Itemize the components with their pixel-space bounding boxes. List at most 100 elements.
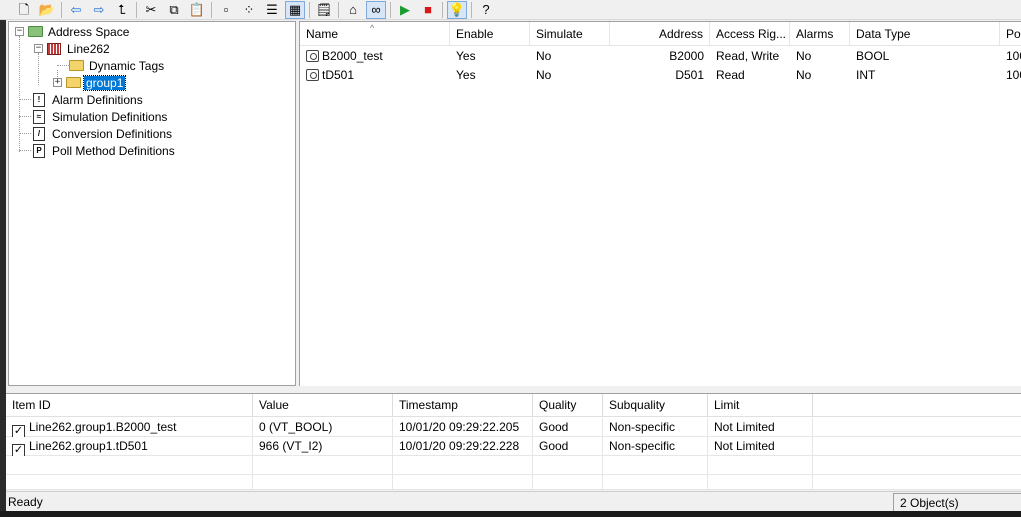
tree-item-dynamic-tags[interactable]: Dynamic Tags — [68, 57, 166, 74]
tree-item-group1[interactable]: + group1 — [53, 74, 127, 91]
toolbar-separator — [471, 1, 472, 18]
column-header-quality[interactable]: Quality — [533, 394, 603, 417]
poll-method-definitions-icon: P — [31, 143, 47, 158]
cell-name: tD501 — [300, 66, 450, 85]
column-header-item-id[interactable]: Item ID — [6, 394, 253, 417]
grid-row[interactable]: ✓ Line262.group1.tD501 966 (VT_I2) 10/01/… — [6, 437, 1021, 456]
empty-cell — [603, 456, 708, 475]
tree-item-alarm-definitions[interactable]: ! Alarm Definitions — [31, 91, 145, 108]
new-icon[interactable]: 🗋 — [14, 1, 34, 19]
empty-cell — [708, 456, 813, 475]
stop-icon[interactable]: ■ — [418, 1, 438, 19]
up-folder-icon[interactable]: ⮤ — [112, 1, 132, 19]
horizontal-splitter[interactable] — [6, 386, 1021, 394]
toolbar-separator — [442, 1, 443, 18]
cell-value: 0 (VT_BOOL) — [253, 418, 393, 437]
expand-icon[interactable]: + — [53, 78, 62, 87]
column-header-access-rights[interactable]: Access Rig... — [710, 22, 790, 46]
column-header-limit[interactable]: Limit — [708, 394, 813, 417]
small-icons-icon[interactable]: ⁘ — [239, 1, 259, 19]
empty-cell — [603, 475, 708, 490]
open-icon[interactable]: 📂 — [37, 1, 57, 19]
monitor-icon[interactable]: ⌂ — [343, 1, 363, 19]
cell-simulate: No — [536, 68, 552, 82]
tree-item-line262[interactable]: − Line262 — [34, 40, 112, 57]
cell-access-rights: Read — [716, 68, 745, 82]
tree-guide-line — [38, 53, 39, 85]
toolbar: 🗋 📂 ⇦ ⇨ ⮤ ✂ ⧉ 📋 ▫ ⁘ ☰ ▦ 🗒 ⌂ ∞ ▶ ■ 💡 ? — [0, 0, 1021, 20]
dynamic-tags-folder-icon — [68, 59, 84, 73]
details-icon[interactable]: ▦ — [285, 0, 305, 19]
tag-list-view: ^ Name Enable Simulate Address Access Ri… — [299, 21, 1021, 386]
column-header-alarms[interactable]: Alarms — [790, 22, 850, 46]
copy-icon[interactable]: ⧉ — [164, 1, 184, 19]
status-bar: Ready 2 Object(s) — [6, 491, 1021, 511]
cell-alarms: No — [796, 49, 812, 63]
help-icon[interactable]: ? — [476, 1, 496, 19]
list-row[interactable]: B2000_test Yes No B2000 Read, Write No B… — [300, 47, 1021, 66]
tree-guide-line — [19, 133, 31, 134]
collapse-icon[interactable]: − — [15, 27, 24, 36]
tag-name: tD501 — [322, 68, 355, 82]
column-header-poll[interactable]: Pol — [1000, 22, 1021, 46]
list-header: ^ Name Enable Simulate Address Access Ri… — [300, 22, 1021, 46]
tree-label: Conversion Definitions — [52, 126, 173, 141]
column-header-subquality[interactable]: Subquality — [603, 394, 708, 417]
back-icon[interactable]: ⇦ — [66, 1, 86, 19]
object-count: 2 Object(s) — [893, 493, 1021, 511]
list-row[interactable]: tD501 Yes No D501 Read No INT 100 — [300, 66, 1021, 85]
cell-simulate: No — [536, 49, 552, 63]
tag-icon — [306, 69, 319, 81]
tree-guide-line — [19, 36, 20, 152]
paste-icon[interactable]: 📋 — [187, 1, 207, 19]
column-header-value[interactable]: Value — [253, 394, 393, 417]
cell-enable: Yes — [456, 68, 476, 82]
cell-poll: 100 — [1006, 49, 1021, 63]
column-header-address[interactable]: Address — [610, 22, 710, 46]
cell-data-type: BOOL — [856, 49, 890, 63]
tree-item-poll-method-definitions[interactable]: P Poll Method Definitions — [31, 142, 177, 159]
column-header-enable[interactable]: Enable — [450, 22, 530, 46]
cell-access-rights: Read, Write — [716, 49, 780, 63]
empty-cell — [533, 456, 603, 475]
sort-ascending-icon: ^ — [370, 23, 375, 33]
tree-item-address-space[interactable]: − Address Space — [15, 23, 131, 40]
properties-icon[interactable]: 🗒 — [314, 1, 334, 19]
column-header-data-type[interactable]: Data Type — [850, 22, 1000, 46]
column-header-name[interactable]: ^ Name — [300, 22, 450, 46]
toolbar-separator — [136, 1, 137, 18]
taskbar-strip — [0, 511, 1021, 517]
lightbulb-icon[interactable]: 💡 — [447, 0, 467, 19]
grid-empty-row — [6, 456, 1021, 475]
tag-name: B2000_test — [322, 49, 383, 63]
cell-limit: Not Limited — [708, 437, 813, 456]
toolbar-separator — [211, 1, 212, 18]
address-space-icon — [27, 25, 43, 39]
tree-item-simulation-definitions[interactable]: ≈ Simulation Definitions — [31, 108, 169, 125]
tree-item-conversion-definitions[interactable]: / Conversion Definitions — [31, 125, 174, 142]
column-header-simulate[interactable]: Simulate — [530, 22, 610, 46]
cell-quality: Good — [533, 418, 603, 437]
row-checkbox[interactable]: ✓ — [12, 444, 25, 456]
glasses-icon[interactable]: ∞ — [366, 0, 386, 19]
large-icons-icon[interactable]: ▫ — [216, 1, 236, 19]
tree-guide-line — [19, 99, 31, 100]
cell-name: B2000_test — [300, 47, 450, 66]
cell-poll: 100 — [1006, 68, 1021, 82]
list-icon[interactable]: ☰ — [262, 1, 282, 19]
cell-data-type: INT — [856, 68, 876, 82]
cell-subquality: Non-specific — [603, 418, 708, 437]
row-checkbox[interactable]: ✓ — [12, 425, 25, 437]
forward-icon[interactable]: ⇨ — [89, 1, 109, 19]
grid-row[interactable]: ✓ Line262.group1.B2000_test 0 (VT_BOOL) 1… — [6, 418, 1021, 437]
empty-cell — [708, 475, 813, 490]
cut-icon[interactable]: ✂ — [141, 1, 161, 19]
empty-cell — [253, 475, 393, 490]
tag-icon — [306, 50, 319, 62]
run-icon[interactable]: ▶ — [395, 1, 415, 19]
cell-timestamp: 10/01/20 09:29:22.228 — [393, 437, 533, 456]
column-header-timestamp[interactable]: Timestamp — [393, 394, 533, 417]
collapse-icon[interactable]: − — [34, 44, 43, 53]
cell-address: D501 — [675, 68, 704, 82]
tree-label: group1 — [82, 74, 127, 91]
